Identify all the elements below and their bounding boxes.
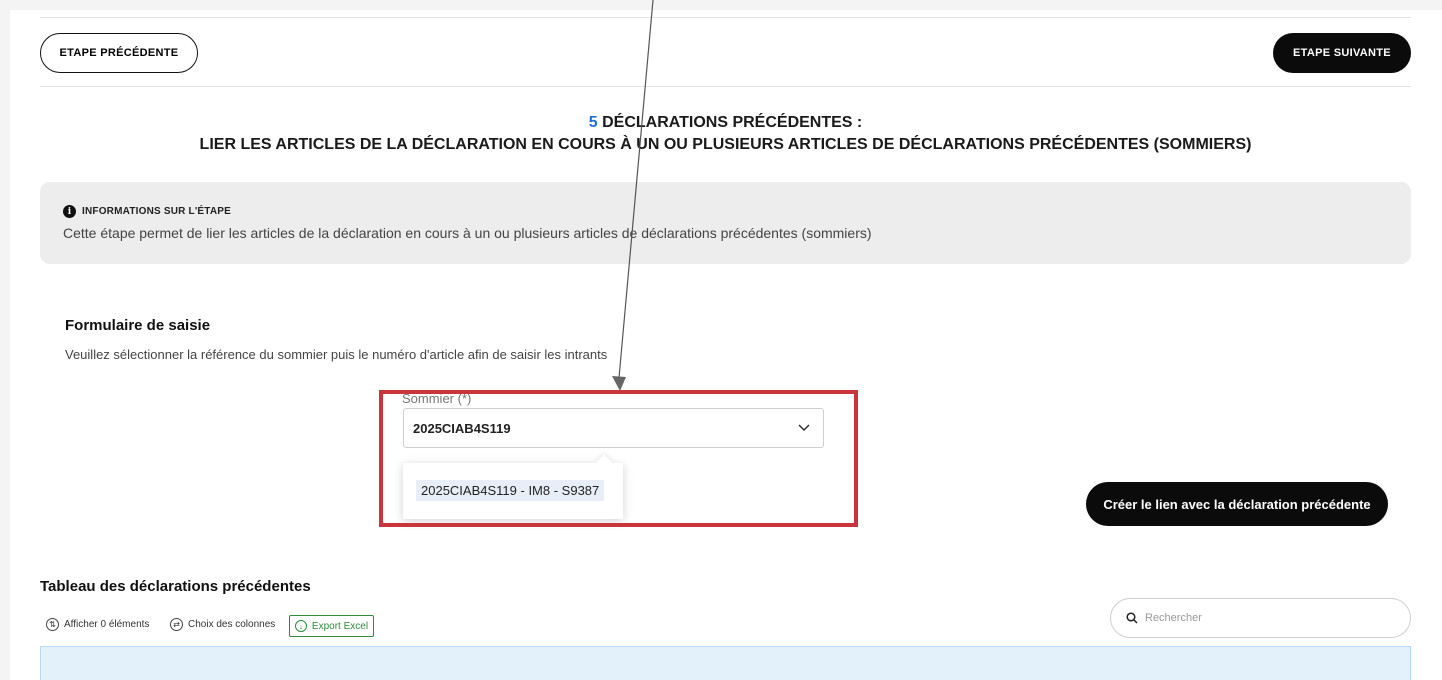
columns-icon: ⇄ bbox=[170, 618, 183, 631]
info-heading: i INFORMATIONS SUR L'ÉTAPE bbox=[63, 205, 231, 218]
step-title-line1: 5 DÉCLARATIONS PRÉCÉDENTES : bbox=[40, 112, 1411, 134]
previous-step-button[interactable]: ETAPE PRÉCÉDENTE bbox=[40, 33, 198, 73]
info-icon: i bbox=[63, 205, 76, 218]
step-nav: ETAPE PRÉCÉDENTE ETAPE SUIVANTE bbox=[10, 10, 1442, 100]
step-title: 5 DÉCLARATIONS PRÉCÉDENTES : LIER LES AR… bbox=[40, 112, 1411, 156]
chevron-down-icon bbox=[798, 424, 810, 432]
list-count-icon: ⇅ bbox=[46, 618, 59, 631]
search-box[interactable] bbox=[1110, 598, 1411, 638]
sommier-dropdown: 2025CIAB4S119 - IM8 - S9387 bbox=[403, 463, 623, 519]
sommier-select[interactable]: 2025CIAB4S119 bbox=[403, 408, 824, 448]
sommier-selected-value: 2025CIAB4S119 bbox=[413, 421, 511, 436]
export-excel-label: Export Excel bbox=[311, 620, 369, 632]
download-icon: ↓ bbox=[294, 620, 307, 632]
info-heading-label: INFORMATIONS SUR L'ÉTAPE bbox=[82, 206, 232, 217]
search-input[interactable] bbox=[1145, 609, 1395, 627]
show-items-control[interactable]: ⇅ Afficher 0 éléments bbox=[46, 618, 149, 631]
step-number: 5 bbox=[588, 114, 598, 131]
export-excel-button[interactable]: ↓ Export Excel bbox=[289, 615, 374, 637]
show-items-label: Afficher 0 éléments bbox=[64, 619, 150, 630]
columns-choice-control[interactable]: ⇄ Choix des colonnes bbox=[170, 618, 275, 631]
step-info-box: i INFORMATIONS SUR L'ÉTAPE Cette étape p… bbox=[40, 182, 1411, 264]
dropdown-option[interactable]: 2025CIAB4S119 - IM8 - S9387 bbox=[416, 480, 605, 501]
columns-choice-label: Choix des colonnes bbox=[188, 619, 276, 630]
step-subtitle: LIER LES ARTICLES DE LA DÉCLARATION EN C… bbox=[199, 136, 1252, 153]
create-link-button[interactable]: Créer le lien avec la déclaration précéd… bbox=[1086, 482, 1388, 526]
entry-form-card: Formulaire de saisie Veuillez sélectionn… bbox=[40, 291, 1411, 551]
form-title: Formulaire de saisie bbox=[65, 317, 211, 334]
table-title: Tableau des déclarations précédentes bbox=[40, 578, 311, 595]
sommier-field-label: Sommier (*) bbox=[402, 391, 472, 406]
table-area bbox=[40, 646, 1411, 680]
step-title-text: DÉCLARATIONS PRÉCÉDENTES : bbox=[597, 114, 863, 131]
next-step-button[interactable]: ETAPE SUIVANTE bbox=[1273, 33, 1411, 73]
form-description: Veuillez sélectionner la référence du so… bbox=[65, 347, 608, 362]
search-icon bbox=[1126, 612, 1138, 624]
step-nav-row: ETAPE PRÉCÉDENTE ETAPE SUIVANTE bbox=[40, 17, 1411, 87]
info-text: Cette étape permet de lier les articles … bbox=[63, 225, 872, 241]
